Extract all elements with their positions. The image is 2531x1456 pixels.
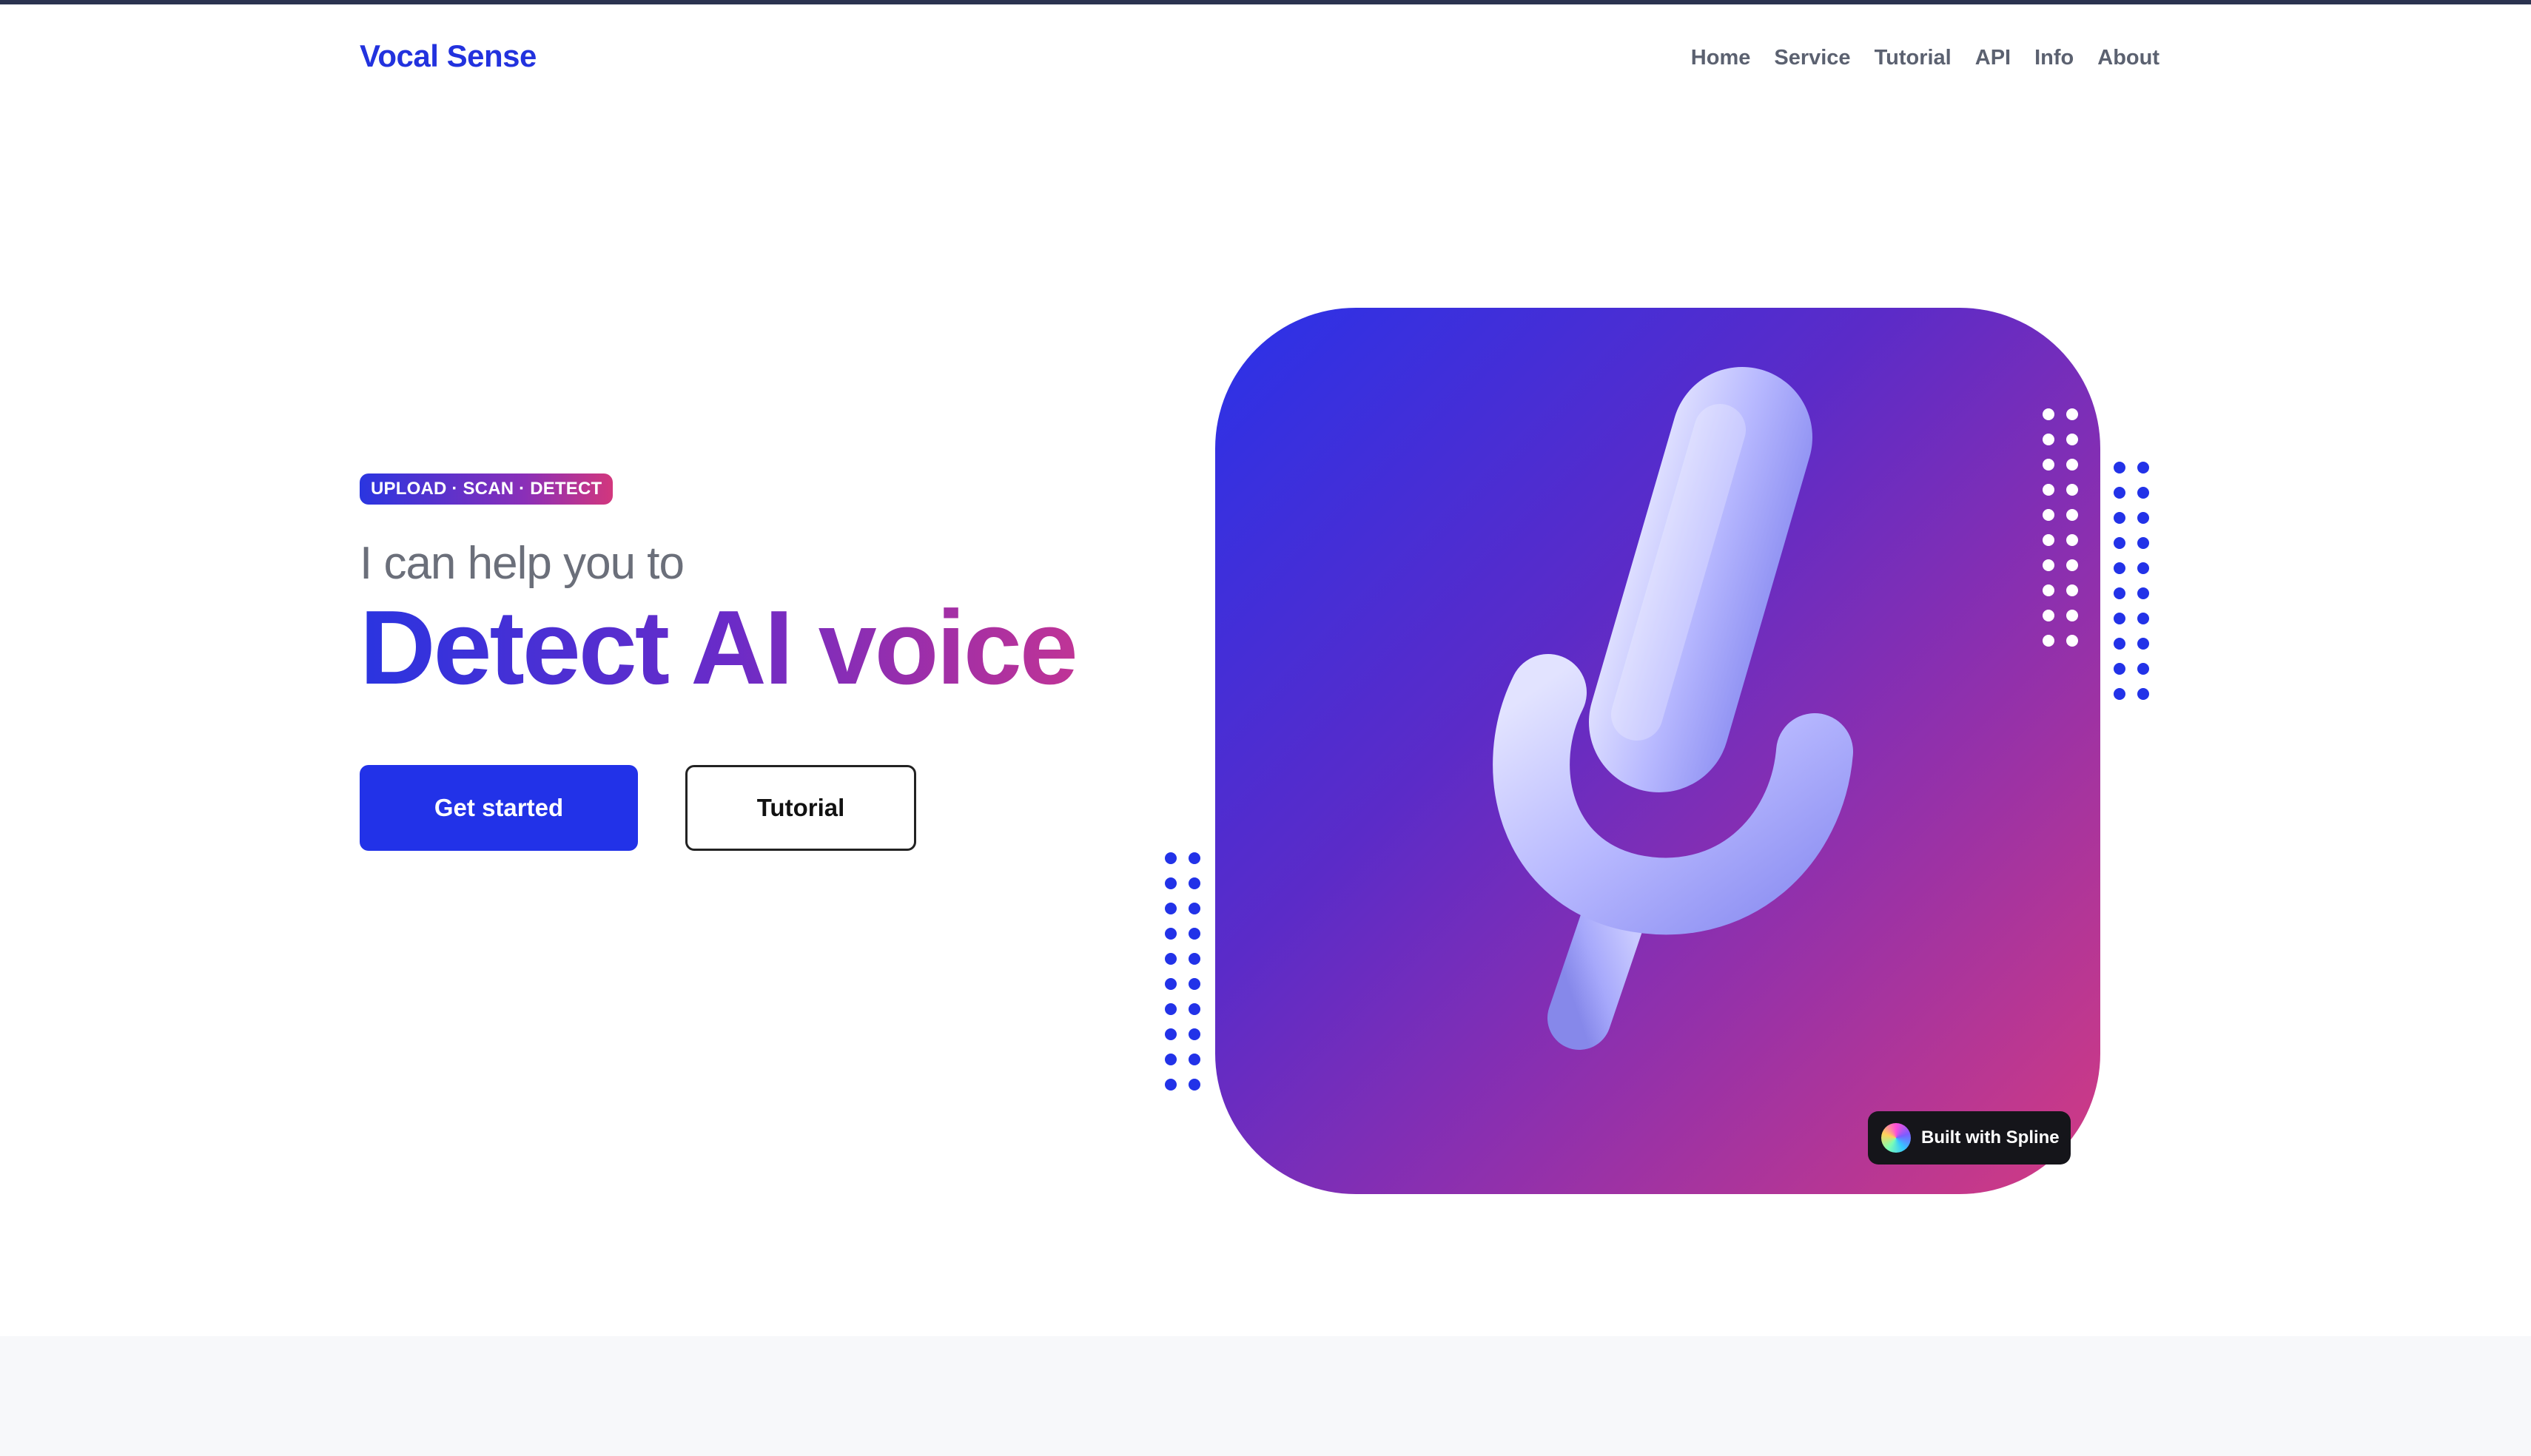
brand-logo-text[interactable]: Vocal Sense bbox=[360, 38, 537, 74]
hero-headline: Detect AI voice bbox=[360, 593, 1174, 703]
hero-subtitle: I can help you to bbox=[360, 538, 685, 589]
hero-buttons: Get started Tutorial bbox=[360, 765, 1174, 852]
feature-badge: UPLOAD · SCAN · DETECT bbox=[360, 473, 614, 505]
nav-about[interactable]: About bbox=[2097, 46, 2159, 70]
navbar: Vocal Sense Home Service Tutorial API In… bbox=[0, 4, 2531, 108]
nav-api[interactable]: API bbox=[1975, 46, 2011, 70]
built-with-spline-badge[interactable]: Built with Spline bbox=[1868, 1111, 2071, 1165]
nav-service[interactable]: Service bbox=[1774, 46, 1850, 70]
microphone-3d-icon bbox=[1493, 367, 1853, 1050]
hero-visual-card bbox=[1215, 308, 2100, 1194]
nav-info[interactable]: Info bbox=[2034, 46, 2074, 70]
dot-pattern-right bbox=[2043, 408, 2149, 700]
get-started-button[interactable]: Get started bbox=[360, 765, 638, 852]
spline-logo-icon bbox=[1881, 1123, 1911, 1153]
nav-tutorial[interactable]: Tutorial bbox=[1875, 46, 1952, 70]
next-section-band bbox=[0, 1336, 2531, 1456]
nav-home[interactable]: Home bbox=[1691, 46, 1751, 70]
tutorial-button[interactable]: Tutorial bbox=[685, 765, 916, 852]
nav-links: Home Service Tutorial API Info About bbox=[1691, 46, 2159, 70]
hero-text: UPLOAD · SCAN · DETECT I can help you to… bbox=[360, 473, 1174, 852]
spline-badge-label: Built with Spline bbox=[1921, 1128, 2060, 1147]
